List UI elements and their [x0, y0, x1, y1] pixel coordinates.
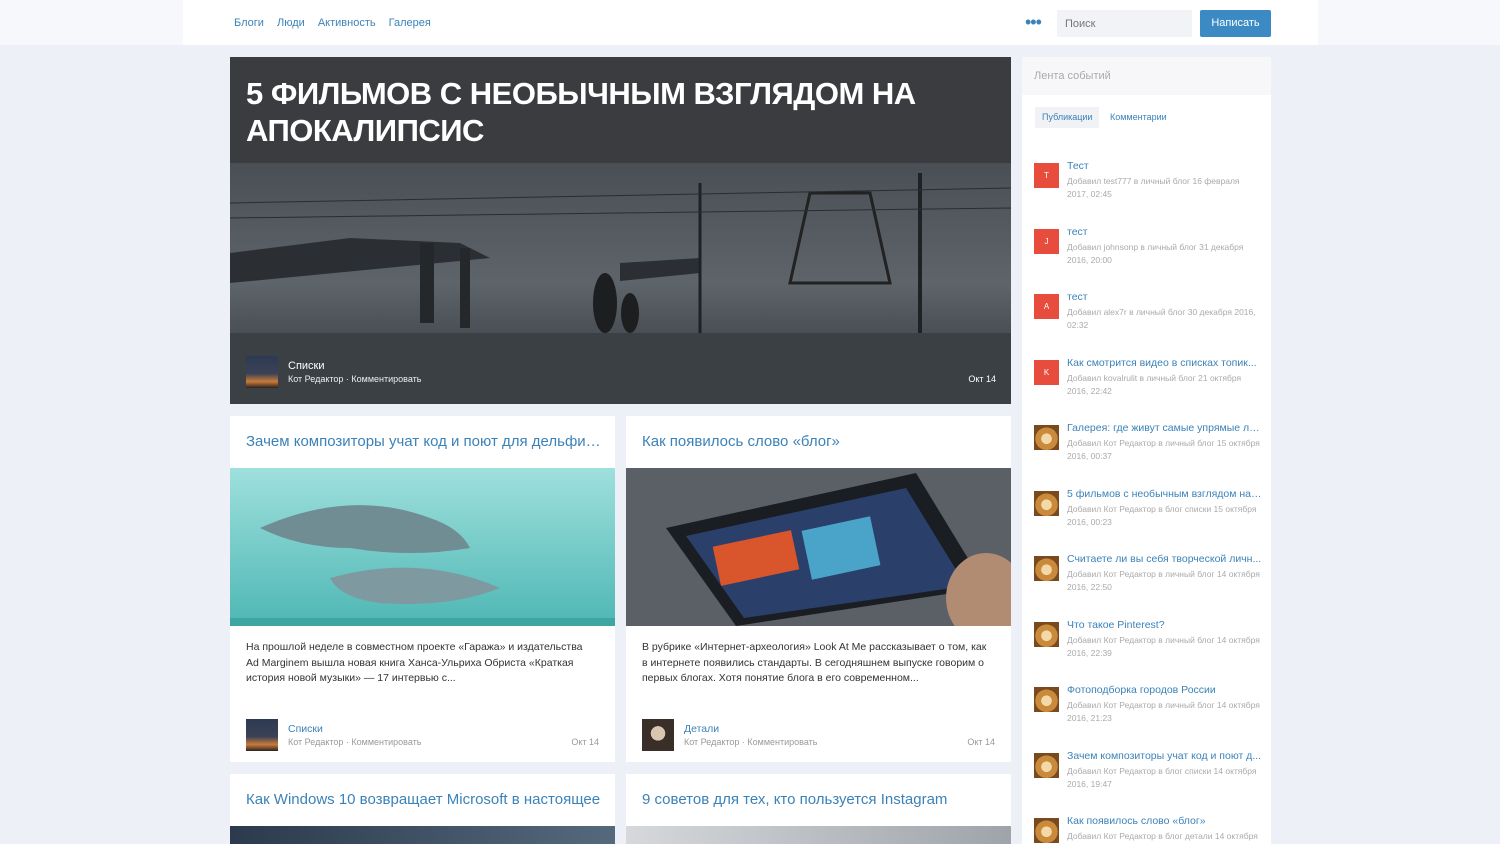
article-meta: Детали Кот Редактор · Комментировать Окт… — [642, 719, 995, 751]
tab-comments[interactable]: Комментарии — [1103, 107, 1174, 128]
activity-feed-title: Лента событий — [1034, 70, 1111, 82]
article-card: 9 советов для тех, кто пользуется Instag… — [626, 774, 1011, 844]
activity-feed-item: Считаете ли вы себя творческой личн... До… — [1034, 553, 1264, 612]
activity-feed-item-desc: Добавил Кот Редактор в личный блог 14 ок… — [1067, 700, 1260, 723]
activity-feed-item-title[interactable]: Считаете ли вы себя творческой личн... — [1067, 553, 1262, 565]
article-excerpt: В рубрике «Интернет-археология» Look At … — [642, 641, 987, 684]
activity-feed-item-title[interactable]: Что такое Pinterest? — [1067, 619, 1262, 631]
activity-feed-item-title[interactable]: Тест — [1067, 160, 1262, 172]
avatar[interactable]: J — [1034, 228, 1059, 254]
activity-feed-item: 5 фильмов с необычным взглядом на ... Доб… — [1034, 488, 1264, 547]
featured-byline: Кот Редактор · Комментировать — [288, 374, 422, 384]
activity-feed-item-desc: Добавил Кот Редактор в личный блог 14 ок… — [1067, 569, 1260, 592]
activity-feed-item-title[interactable]: 5 фильмов с необычным взглядом на ... — [1067, 488, 1262, 500]
article-title[interactable]: Как появилось слово «блог» — [642, 433, 1002, 450]
article-author[interactable]: Кот Редактор — [684, 737, 739, 747]
activity-feed-item-desc: Добавил Кот Редактор в блог списки 14 ок… — [1067, 765, 1257, 789]
activity-feed-item: T Тест Добавил test777 в личный блог 16 фе… — [1034, 160, 1264, 219]
article-date: Окт 14 — [571, 737, 599, 747]
activity-feed-item-title[interactable]: Фотоподборка городов России — [1067, 684, 1262, 696]
featured-blog-name[interactable]: Списки — [288, 360, 325, 372]
article-image[interactable] — [230, 826, 615, 844]
activity-feed-item-desc: Добавил Кот Редактор в блог списки 15 ок… — [1067, 503, 1257, 527]
activity-feed-item-title[interactable]: Зачем композиторы учат код и поют д... — [1067, 750, 1262, 762]
activity-feed-item: Зачем композиторы учат код и поют д... До… — [1034, 750, 1264, 809]
avatar[interactable] — [1034, 490, 1059, 516]
article-comment-link[interactable]: Комментировать — [351, 737, 421, 747]
activity-feed-item-desc: Добавил test777 в личный блог 16 февраля… — [1067, 176, 1240, 199]
article-image[interactable] — [626, 826, 1011, 844]
activity-feed-item-title[interactable]: Как появилось слово «блог» — [1067, 815, 1262, 827]
featured-author[interactable]: Кот Редактор — [288, 374, 343, 384]
article-excerpt: На прошлой неделе в совместном проекте «… — [246, 641, 583, 684]
nav-item-gallery[interactable]: Галерея — [389, 17, 431, 29]
article-card: Как появилось слово «блог» В рубрике «Ин… — [626, 416, 1011, 762]
blog-avatar[interactable] — [246, 356, 278, 388]
activity-feed-item: Галерея: где живут самые упрямые лю... До… — [1034, 422, 1264, 481]
blog-avatar[interactable] — [246, 719, 278, 751]
avatar[interactable]: T — [1034, 163, 1059, 188]
avatar[interactable] — [1034, 687, 1059, 712]
activity-feed-header: Лента событий — [1022, 57, 1271, 95]
avatar[interactable] — [1034, 752, 1059, 778]
article-image[interactable] — [626, 468, 1011, 626]
activity-feed-item-desc: Добавил Кот Редактор в блог детали 14 ок… — [1067, 831, 1258, 841]
activity-feed-item-title[interactable]: тест — [1067, 291, 1262, 303]
featured-date: Окт 14 — [968, 374, 996, 384]
activity-feed-item-desc: Добавил kovalrulit в личный блог 21 октя… — [1067, 372, 1242, 396]
nav-item-blogs[interactable]: Блоги — [234, 17, 264, 29]
search-input[interactable] — [1057, 10, 1192, 37]
article-title[interactable]: Зачем композиторы учат код и поют для де… — [246, 433, 606, 450]
article-title[interactable]: Как Windows 10 возвращает Microsoft в на… — [246, 791, 606, 808]
avatar[interactable] — [1034, 621, 1059, 647]
article-comment-link[interactable]: Комментировать — [747, 737, 817, 747]
article-byline: Кот Редактор · Комментировать — [684, 737, 818, 747]
featured-title[interactable]: 5 фильмов с необычным взглядом на апокал… — [246, 75, 986, 149]
article-meta: Списки Кот Редактор · Комментировать Окт… — [246, 719, 599, 751]
avatar[interactable]: K — [1034, 359, 1059, 385]
activity-feed-item-desc: Добавил johnsonp в личный блог 31 декабр… — [1067, 241, 1244, 265]
article-blog-name[interactable]: Детали — [684, 723, 719, 735]
nav-item-activity[interactable]: Активность — [318, 17, 376, 29]
featured-article[interactable]: 5 фильмов с необычным взглядом на апокал… — [230, 57, 1011, 404]
featured-meta: Списки Кот Редактор · Комментировать Окт… — [246, 356, 996, 388]
activity-feed-item-desc: Добавил Кот Редактор в личный блог 15 ок… — [1067, 438, 1260, 461]
avatar[interactable] — [1034, 425, 1059, 450]
activity-feed-item: Как появилось слово «блог» Добавил Кот Ре… — [1034, 815, 1264, 844]
featured-comment-link[interactable]: Комментировать — [351, 374, 421, 384]
activity-feed: Лента событий Публикации Комментарии T Те… — [1022, 57, 1271, 844]
activity-feed-item-title[interactable]: тест — [1067, 226, 1262, 238]
article-title[interactable]: 9 советов для тех, кто пользуется Instag… — [642, 791, 1002, 808]
more-menu-icon[interactable]: ••• — [1025, 13, 1042, 31]
activity-feed-item: Что такое Pinterest? Добавил Кот Редактор… — [1034, 619, 1264, 678]
activity-feed-item: Aтест Добавил alex7r в личный блог 30 дек… — [1034, 291, 1264, 350]
write-button[interactable]: Написать — [1200, 10, 1271, 37]
article-date: Окт 14 — [967, 737, 995, 747]
activity-feed-item: K Как смотрится видео в списках топик... Д… — [1034, 357, 1264, 416]
activity-feed-item-desc: Добавил Кот Редактор в личный блог 14 ок… — [1067, 634, 1260, 658]
activity-feed-item: Jтест Добавил johnsonp в личный блог 31 д… — [1034, 226, 1264, 285]
article-byline: Кот Редактор · Комментировать — [288, 737, 422, 747]
blog-avatar[interactable] — [642, 719, 674, 751]
avatar[interactable] — [1034, 818, 1059, 843]
article-author[interactable]: Кот Редактор — [288, 737, 343, 747]
article-card: Как Windows 10 возвращает Microsoft в на… — [230, 774, 615, 844]
featured-title-box: 5 фильмов с необычным взглядом на апокал… — [230, 57, 1011, 163]
article-blog-name[interactable]: Списки — [288, 723, 323, 735]
article-card: Зачем композиторы учат код и поют для де… — [230, 416, 615, 762]
activity-feed-item-desc: Добавил alex7r в личный блог 30 декабря … — [1067, 307, 1256, 330]
activity-feed-item-title[interactable]: Галерея: где живут самые упрямые лю... — [1067, 422, 1262, 434]
activity-feed-item: Фотоподборка городов России Добавил Кот Р… — [1034, 684, 1264, 743]
activity-feed-item-title[interactable]: Как смотрится видео в списках топик... — [1067, 357, 1262, 369]
article-image[interactable] — [230, 468, 615, 626]
avatar[interactable]: A — [1034, 294, 1059, 319]
nav-item-people[interactable]: Люди — [277, 17, 305, 29]
tab-publications[interactable]: Публикации — [1035, 107, 1100, 128]
main-nav: Блоги Люди Активность Галерея — [234, 17, 441, 29]
avatar[interactable] — [1034, 556, 1059, 581]
